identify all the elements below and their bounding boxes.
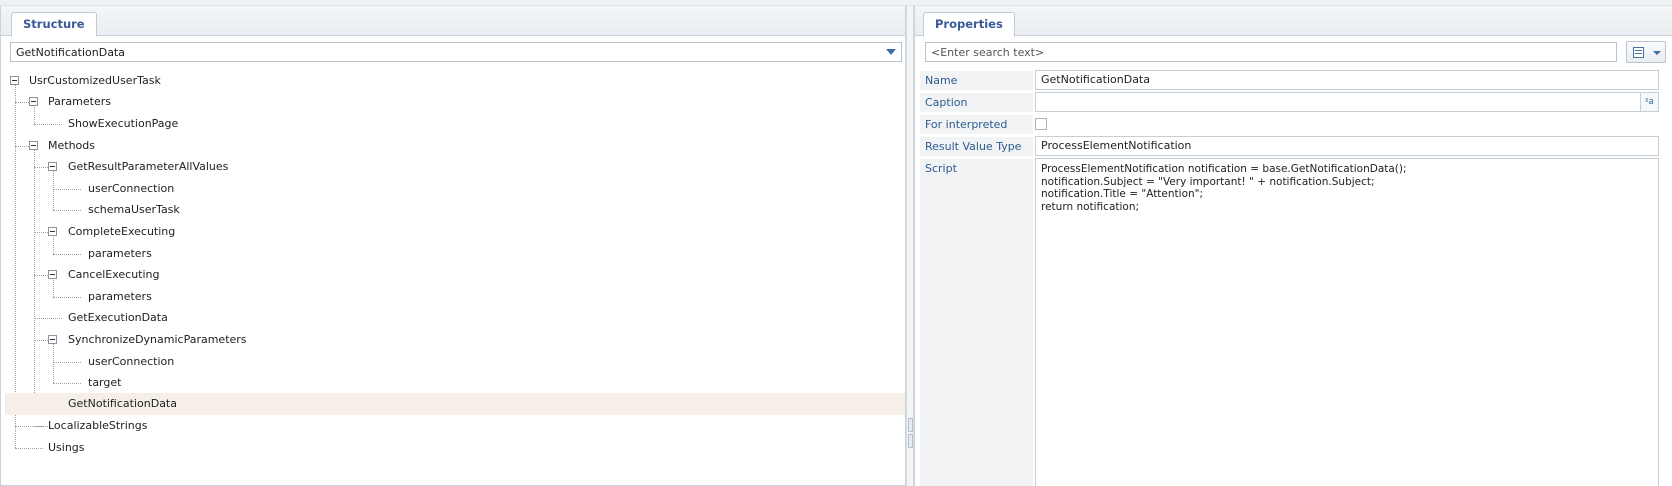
tab-structure[interactable]: Structure — [11, 12, 97, 37]
tree-line — [34, 124, 62, 125]
interpreted-label: For interpreted process — [920, 114, 1033, 151]
tree-line — [15, 146, 29, 147]
splitter-grip-icon[interactable] — [908, 434, 913, 448]
tree-node-label: schemaUserTask — [88, 203, 180, 216]
structure-panel: Structure GetNotificationData UsrCustomi… — [0, 6, 906, 486]
tree-node-label: parameters — [88, 290, 152, 303]
properties-panel: Properties <Enter search text> Name GetN… — [914, 6, 1672, 486]
property-row-caption: Caption ᵡa — [920, 92, 1672, 112]
tree-node-label: ShowExecutionPage — [68, 117, 179, 130]
structure-tree: UsrCustomizedUserTask Parameters ShowExe… — [1, 66, 905, 485]
tree-node-label: GetExecutionData — [68, 311, 168, 324]
tree-node-label: userConnection — [88, 355, 175, 368]
method-selector[interactable]: GetNotificationData — [10, 42, 902, 62]
tree-line — [53, 297, 81, 298]
tree-node-label: Methods — [48, 139, 95, 152]
tree-line — [34, 340, 48, 341]
property-row-result-type: Result Value Type ProcessElementNotifica… — [920, 136, 1672, 156]
grid-view-icon — [1633, 47, 1644, 58]
tree-node-label: LocalizableStrings — [48, 419, 148, 432]
tree-node-label: userConnection — [88, 182, 175, 195]
splitter-grip-icon[interactable] — [908, 418, 913, 432]
structure-tabbar: Structure — [1, 6, 905, 37]
tree-line — [34, 318, 62, 319]
tree-node-label: parameters — [88, 247, 152, 260]
property-row-script: Script ProcessElementNotification notifi… — [920, 158, 1672, 486]
tree-node-label: Usings — [48, 441, 85, 454]
tree-line — [53, 362, 81, 363]
name-field[interactable]: GetNotificationData — [1035, 70, 1659, 90]
chevron-down-icon[interactable] — [886, 49, 896, 55]
tree-node-label: CompleteExecuting — [68, 225, 176, 238]
panel-splitter[interactable] — [906, 6, 914, 486]
collapse-icon[interactable] — [29, 141, 38, 150]
tree-node-label: target — [88, 376, 122, 389]
tree-node-label: SynchronizeDynamicParameters — [68, 333, 247, 346]
collapse-icon[interactable] — [29, 97, 38, 106]
chevron-down-icon — [1653, 51, 1661, 55]
properties-tabbar: Properties — [915, 6, 1672, 37]
name-label: Name — [920, 70, 1033, 90]
tree-line — [34, 232, 48, 233]
tree-line — [53, 189, 81, 190]
caption-field[interactable]: ᵡa — [1035, 92, 1659, 112]
tree-line — [34, 275, 48, 276]
property-search-input[interactable]: <Enter search text> — [925, 42, 1617, 62]
property-row-name: Name GetNotificationData — [920, 70, 1672, 90]
result-type-label: Result Value Type — [920, 136, 1033, 156]
script-label: Script — [920, 158, 1033, 486]
tree-node-label: GetResultParameterAllValues — [68, 160, 229, 173]
tree-line — [15, 426, 43, 427]
tab-properties[interactable]: Properties — [923, 12, 1015, 37]
tree-node-label: CancelExecuting — [68, 268, 160, 281]
tree-node-label: Parameters — [48, 95, 111, 108]
tree-line — [53, 210, 81, 211]
tree-line — [15, 448, 43, 449]
tree-node-label: UsrCustomizedUserTask — [29, 74, 161, 87]
script-editor[interactable]: ProcessElementNotification notification … — [1035, 158, 1659, 486]
property-row-interpreted: For interpreted process — [920, 114, 1672, 151]
caption-label: Caption — [920, 92, 1033, 112]
tree-node-label: GetNotificationData — [68, 397, 177, 410]
interpreted-checkbox[interactable] — [1035, 118, 1047, 130]
tree-line — [53, 254, 81, 255]
search-placeholder: <Enter search text> — [931, 46, 1045, 59]
result-type-field[interactable]: ProcessElementNotification — [1035, 136, 1659, 156]
collapse-icon[interactable] — [48, 227, 57, 236]
method-selector-value: GetNotificationData — [16, 46, 125, 59]
collapse-icon[interactable] — [10, 76, 19, 85]
collapse-icon[interactable] — [48, 335, 57, 344]
tree-line — [34, 167, 48, 168]
localize-icon[interactable]: ᵡa — [1640, 93, 1658, 111]
tree-line — [53, 383, 81, 384]
view-options-button[interactable] — [1626, 41, 1666, 63]
tree-line — [15, 102, 29, 103]
tree-node-get-notification-data[interactable]: GetNotificationData — [5, 393, 905, 415]
collapse-icon[interactable] — [48, 270, 57, 279]
collapse-icon[interactable] — [48, 162, 57, 171]
